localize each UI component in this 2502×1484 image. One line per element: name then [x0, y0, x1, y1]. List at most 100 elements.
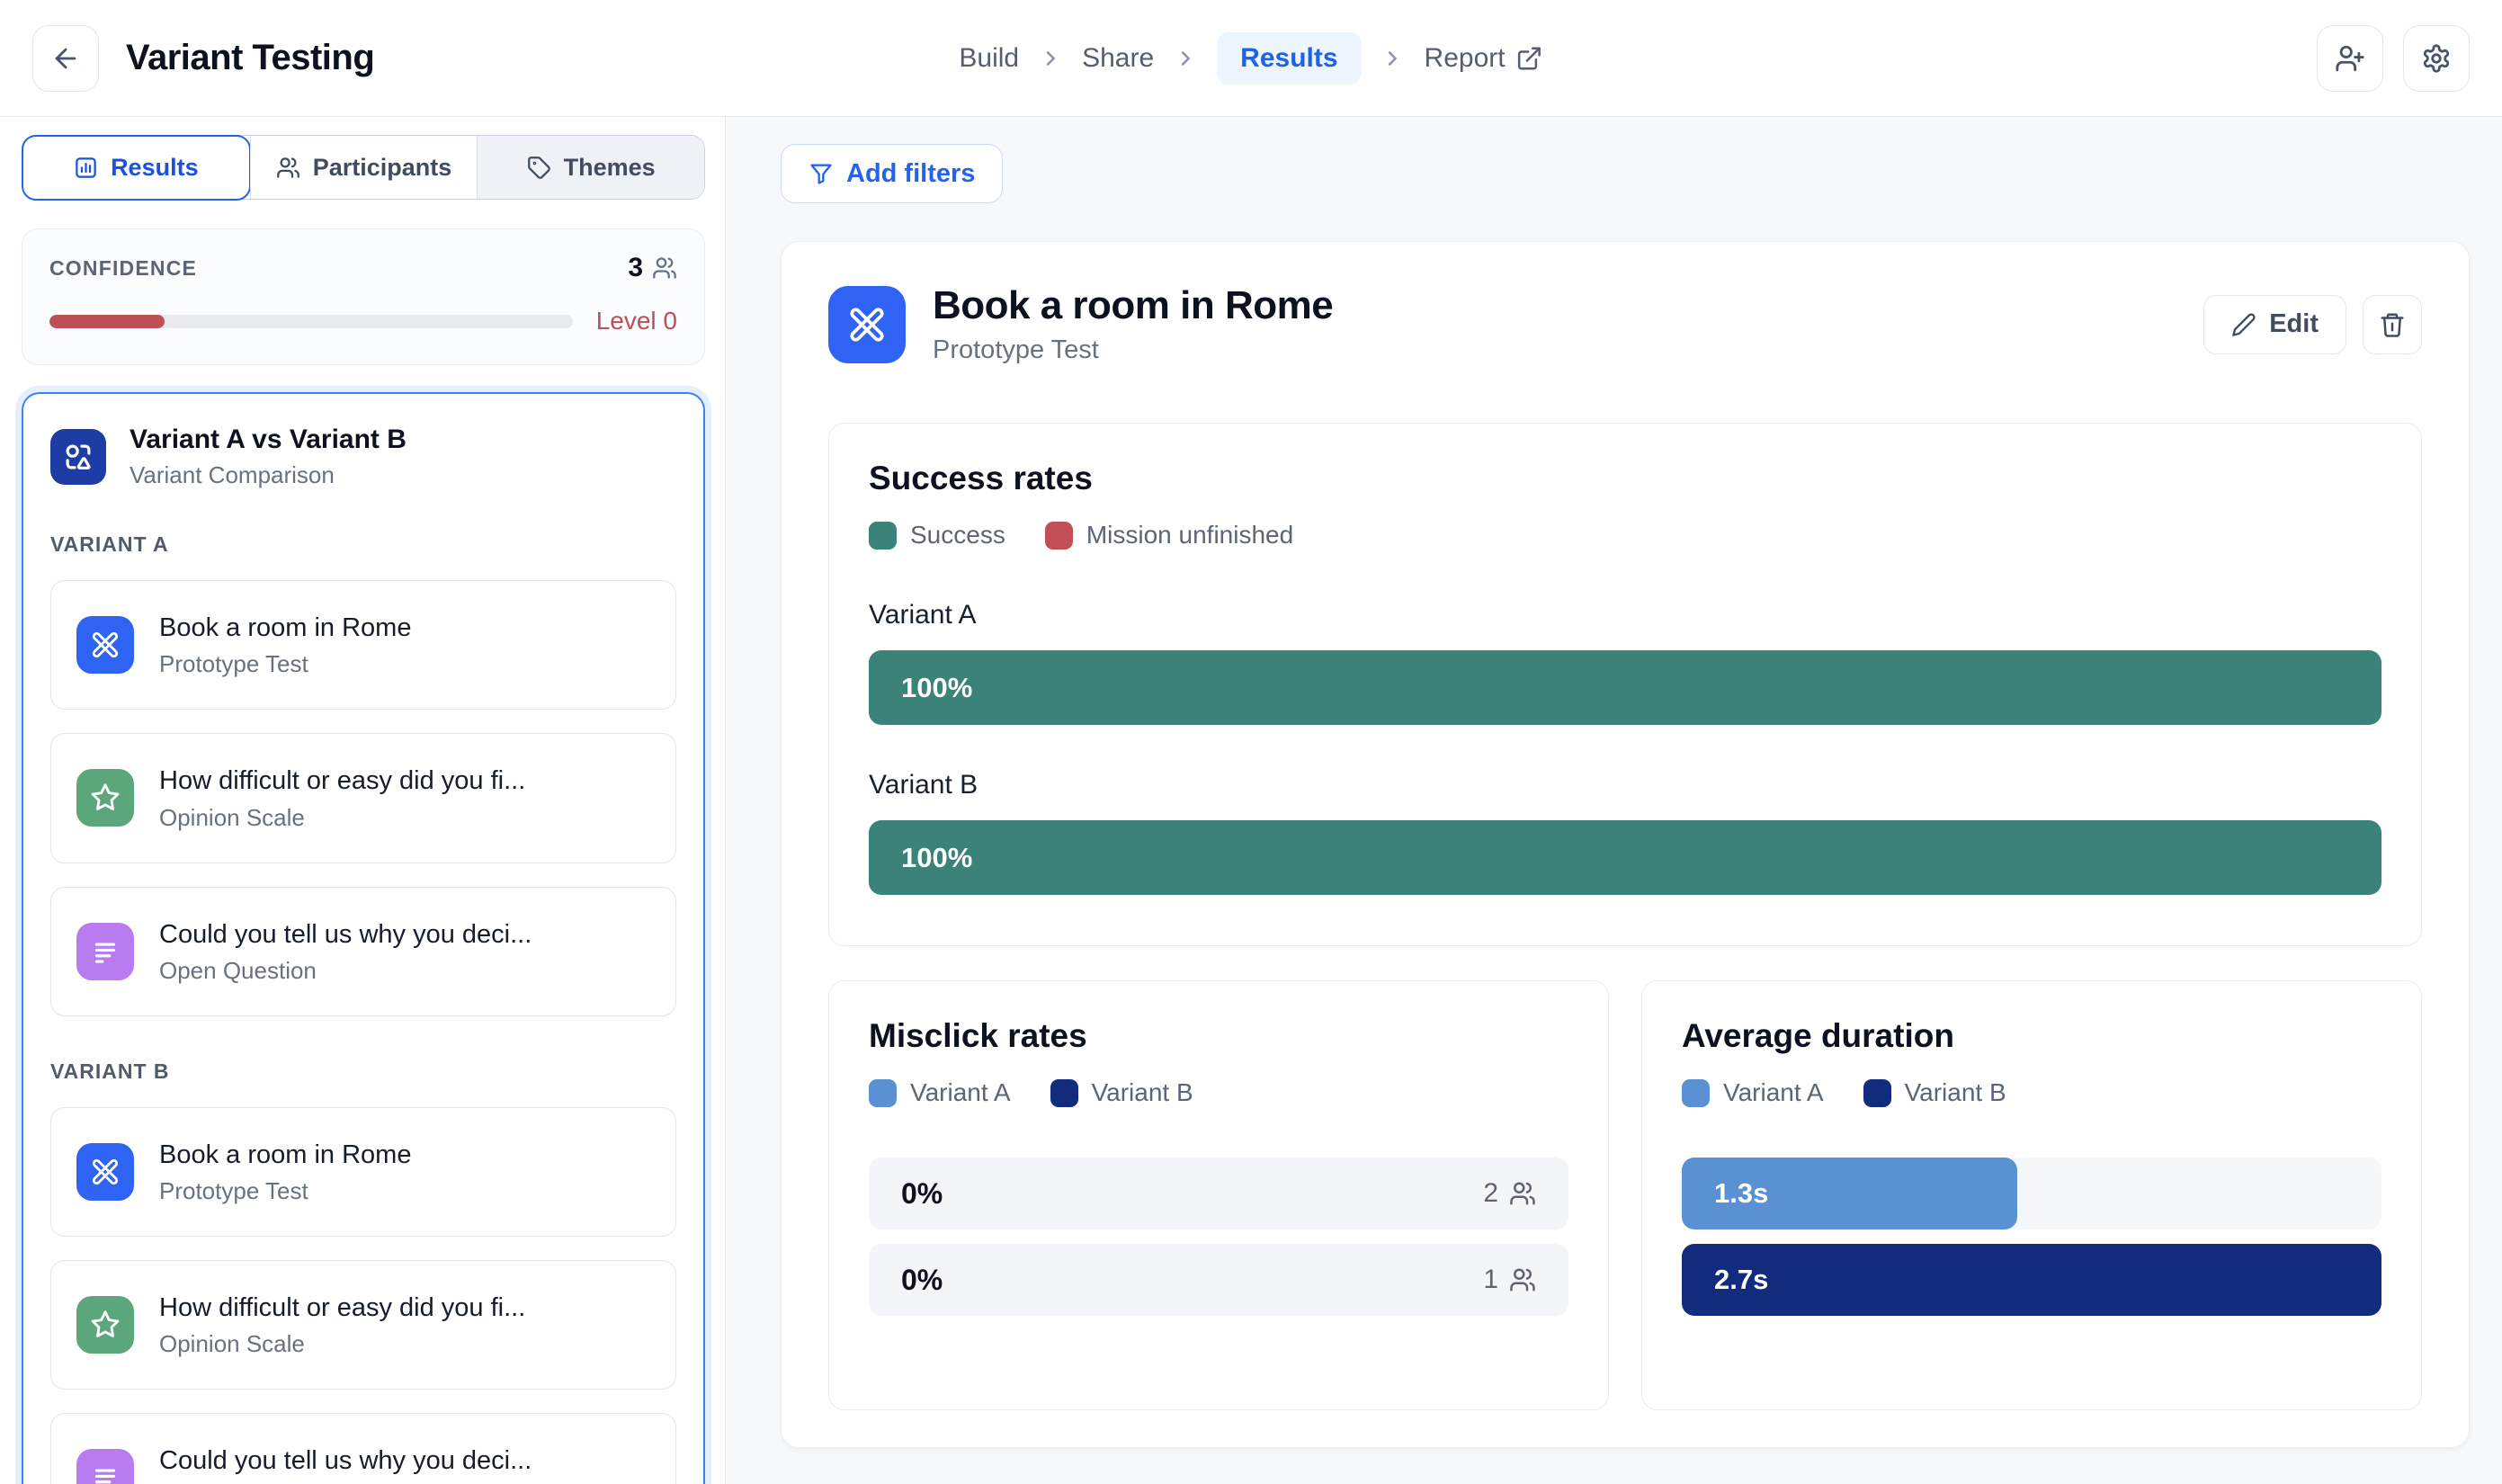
- text-lines-icon: [76, 923, 134, 980]
- text-lines-icon: [76, 1449, 134, 1484]
- task-title: Book a room in Rome: [159, 1139, 411, 1171]
- comparison-title: Variant A vs Variant B: [130, 425, 407, 455]
- task-item-b-opinion[interactable]: How difficult or easy did you fi... Opin…: [50, 1260, 676, 1390]
- misclick-row-variant-a: 0% 2: [869, 1158, 1568, 1229]
- task-item-a-prototype[interactable]: Book a room in Rome Prototype Test: [50, 580, 676, 710]
- tab-themes[interactable]: Themes: [477, 136, 704, 199]
- success-rates-panel: Success rates Success Mission unfinished…: [828, 423, 2422, 946]
- back-button[interactable]: [32, 25, 99, 92]
- misclick-legend: Variant A Variant B: [869, 1078, 1568, 1107]
- task-item-b-prototype[interactable]: Book a room in Rome Prototype Test: [50, 1107, 676, 1237]
- variant-a-legend-chip: [1682, 1079, 1710, 1107]
- people-icon: [652, 255, 677, 281]
- participant-count: 2: [1483, 1178, 1498, 1209]
- task-item-a-open-question[interactable]: Could you tell us why you deci... Open Q…: [50, 887, 676, 1016]
- task-subtitle: Open Question: [159, 957, 532, 985]
- task-subtitle: Prototype Test: [159, 650, 411, 678]
- people-icon: [1509, 1266, 1536, 1293]
- edit-button[interactable]: Edit: [2203, 295, 2346, 354]
- tab-results[interactable]: Results: [22, 135, 252, 201]
- delete-button[interactable]: [2363, 295, 2422, 354]
- bar-chart-icon: [74, 156, 98, 180]
- external-link-icon: [1516, 45, 1543, 72]
- tab-participants-label: Participants: [313, 154, 452, 182]
- task-item-a-opinion[interactable]: How difficult or easy did you fi... Opin…: [50, 733, 676, 863]
- people-icon: [1509, 1180, 1536, 1207]
- prototype-icon: [828, 286, 906, 363]
- legend-label: Success: [910, 521, 1005, 550]
- chevron-right-icon: [1381, 47, 1405, 70]
- breadcrumb-report[interactable]: Report: [1425, 43, 1543, 74]
- duration-legend: Variant A Variant B: [1682, 1078, 2381, 1107]
- misclick-rates-title: Misclick rates: [869, 1017, 1568, 1055]
- variant-b-legend-chip: [1050, 1079, 1078, 1107]
- people-icon: [276, 156, 300, 180]
- breadcrumb-report-label: Report: [1425, 43, 1506, 74]
- star-icon: [76, 769, 134, 827]
- participant-count: 1: [1483, 1265, 1498, 1295]
- variant-a-duration-value: 1.3s: [1682, 1177, 1768, 1210]
- prototype-icon: [76, 1143, 134, 1201]
- mission-unfinished-legend-chip: [1045, 522, 1073, 550]
- variant-b-success-bar: 100%: [869, 820, 2381, 895]
- success-legend: Success Mission unfinished: [869, 521, 2381, 550]
- confidence-card: CONFIDENCE 3 Level 0: [22, 228, 705, 365]
- comparison-subtitle: Variant Comparison: [130, 461, 407, 489]
- edit-button-label: Edit: [2269, 309, 2319, 339]
- success-legend-chip: [869, 522, 897, 550]
- variant-a-duration-track: 1.3s: [1682, 1158, 2381, 1229]
- add-user-button[interactable]: [2317, 25, 2383, 92]
- breadcrumb-build[interactable]: Build: [959, 43, 1019, 74]
- prototype-icon: [76, 616, 134, 674]
- variant-a-bar-label: Variant A: [869, 600, 2381, 630]
- task-title: How difficult or easy did you fi...: [159, 764, 525, 797]
- breadcrumb-share[interactable]: Share: [1082, 43, 1154, 74]
- confidence-progress-fill: [49, 315, 165, 328]
- top-bar: Variant Testing Build Share Results Repo…: [0, 0, 2502, 117]
- sidebar-tabs: Results Participants Themes: [22, 135, 705, 200]
- success-rates-title: Success rates: [869, 460, 2381, 497]
- task-subtitle: Opinion Scale: [159, 804, 525, 832]
- tab-themes-label: Themes: [564, 154, 656, 182]
- add-filters-label: Add filters: [846, 159, 975, 189]
- confidence-count: 3: [628, 253, 643, 283]
- variant-b-section-label: VARIANT B: [50, 1059, 676, 1084]
- task-title: Could you tell us why you deci...: [159, 918, 532, 951]
- task-title: How difficult or easy did you fi...: [159, 1292, 525, 1324]
- variant-b-success-track: 100%: [869, 820, 2381, 895]
- task-title: Book a room in Rome: [159, 612, 411, 644]
- block-title: Book a room in Rome: [933, 283, 1333, 328]
- misclick-rates-panel: Misclick rates Variant A Variant B: [828, 980, 1609, 1410]
- breadcrumb-results[interactable]: Results: [1217, 32, 1361, 85]
- tab-participants[interactable]: Participants: [250, 136, 478, 199]
- task-subtitle: Prototype Test: [159, 1177, 411, 1205]
- task-title: Could you tell us why you deci...: [159, 1444, 532, 1477]
- legend-label: Variant B: [1905, 1078, 2006, 1107]
- pencil-icon: [2231, 312, 2256, 337]
- topbar-actions: [2317, 25, 2470, 92]
- variant-a-success-track: 100%: [869, 650, 2381, 725]
- misclick-value: 0%: [901, 1264, 943, 1297]
- block-subtitle: Prototype Test: [933, 335, 1333, 365]
- gear-icon: [2421, 43, 2452, 74]
- legend-label: Variant A: [910, 1078, 1011, 1107]
- sidebar: Results Participants Themes CONFIDENCE 3: [0, 117, 726, 1484]
- legend-label: Variant B: [1092, 1078, 1193, 1107]
- page-title: Variant Testing: [126, 38, 374, 78]
- confidence-level: Level 0: [596, 307, 677, 335]
- confidence-progress-track: [49, 315, 573, 328]
- task-item-b-open-question[interactable]: Could you tell us why you deci... Open Q…: [50, 1413, 676, 1484]
- results-block-card: Book a room in Rome Prototype Test Edit …: [781, 241, 2470, 1448]
- variant-comparison-card[interactable]: Variant A vs Variant B Variant Compariso…: [22, 392, 705, 1484]
- variant-b-success-value: 100%: [869, 842, 972, 874]
- average-duration-title: Average duration: [1682, 1017, 2381, 1055]
- main-content: Add filters Book a room in Rome Prototyp…: [726, 117, 2502, 1484]
- variant-a-success-bar: 100%: [869, 650, 2381, 725]
- legend-label: Variant A: [1723, 1078, 1824, 1107]
- breadcrumb: Build Share Results Report: [959, 32, 1542, 85]
- settings-button[interactable]: [2403, 25, 2470, 92]
- variant-a-legend-chip: [869, 1079, 897, 1107]
- add-filters-button[interactable]: Add filters: [781, 144, 1003, 203]
- trash-icon: [2379, 311, 2406, 338]
- misclick-value: 0%: [901, 1177, 943, 1211]
